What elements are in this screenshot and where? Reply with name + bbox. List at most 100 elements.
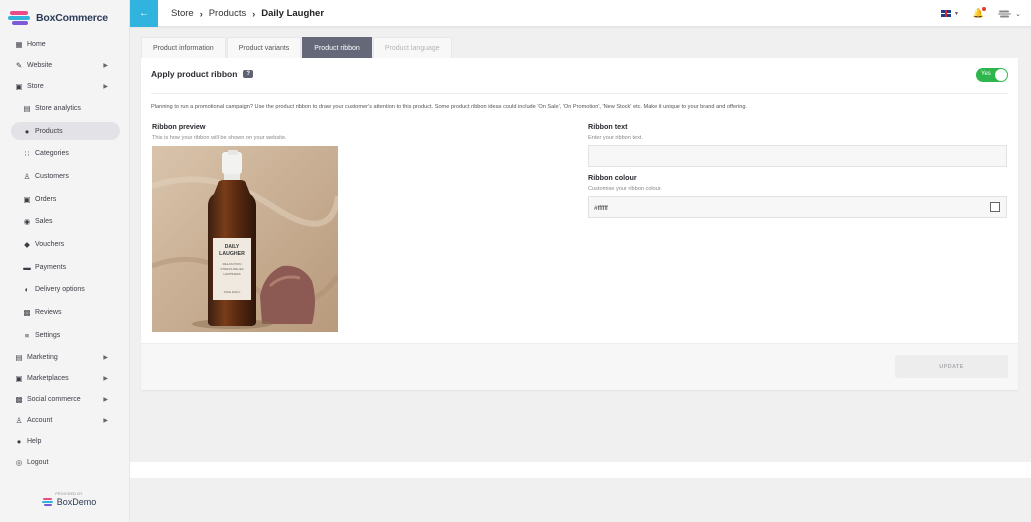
sidebar-item-label: Delivery options xyxy=(35,286,85,294)
sidebar-item-label: Help xyxy=(27,437,42,445)
toggle-knob xyxy=(995,69,1007,81)
ribbon-colour-input[interactable] xyxy=(589,198,1006,219)
sidebar-item-label: Categories xyxy=(35,150,69,158)
sliders-icon: ≡ xyxy=(24,330,30,340)
sidebar-item-store[interactable]: ▣ Store ▶ xyxy=(0,76,130,97)
sidebar-nav: ▦ Home ✎ Website ▶ ▣ Store ▶ ▤ Store analytics ● Pr… xyxy=(0,34,130,473)
ribbon-card-header: Apply product ribbon ? xyxy=(151,69,254,79)
sidebar-item-payments[interactable]: ▬ Payments xyxy=(0,256,130,279)
ribbon-text-input[interactable] xyxy=(589,147,1006,168)
sidebar-item-categories[interactable]: ∷ Categories xyxy=(0,142,130,165)
sidebar-item-label: Products xyxy=(35,127,63,135)
chevron-right-icon: ▶ xyxy=(103,396,108,403)
sidebar-item-store-analytics[interactable]: ▤ Store analytics xyxy=(0,97,130,120)
ribbon-card: Apply product ribbon ? Yes Planning to r… xyxy=(141,58,1018,390)
provided-by-label: PROVIDED BY xyxy=(55,492,83,496)
people-icon: ♙ xyxy=(23,171,31,181)
card-icon: ▬ xyxy=(23,262,31,272)
sidebar-item-logout[interactable]: ◎ Logout xyxy=(0,452,130,473)
ribbon-colour-field[interactable] xyxy=(588,196,1007,219)
sidebar-item-label: Orders xyxy=(35,195,57,203)
reviews-icon: ▩ xyxy=(23,308,31,318)
breadcrumb-products[interactable]: Products xyxy=(209,8,247,19)
chevron-right-icon: › xyxy=(252,8,256,19)
sidebar-item-label: Sales xyxy=(35,218,53,226)
profile-menu[interactable]: ⌄ xyxy=(998,10,1021,18)
chevron-right-icon: ▶ xyxy=(103,354,108,361)
tab-product-variants[interactable]: Product variants xyxy=(226,37,302,58)
notification-dot xyxy=(982,7,987,11)
chevron-right-icon: ▶ xyxy=(103,84,108,90)
footer-band xyxy=(130,462,1031,478)
sidebar-item-marketplaces[interactable]: ▣ Marketplaces ▶ xyxy=(0,368,130,389)
sidebar-item-settings[interactable]: ≡ Settings xyxy=(0,324,130,347)
sidebar-item-account[interactable]: ♙ Account ▶ xyxy=(0,410,130,431)
card-footer: UPDATE xyxy=(141,343,1018,390)
sidebar-item-social-commerce[interactable]: ▩ Social commerce ▶ xyxy=(0,389,130,410)
sidebar-item-help[interactable]: ● Help xyxy=(0,431,130,452)
label-line-3: RELAXATION xyxy=(223,262,242,266)
chevron-right-icon: ▶ xyxy=(103,375,108,382)
chevron-down-icon: ⌄ xyxy=(1015,10,1021,18)
breadcrumb-current: Daily Laugher xyxy=(261,8,325,19)
sidebar-item-website[interactable]: ✎ Website ▶ xyxy=(0,55,130,76)
ribbon-card-title: Apply product ribbon xyxy=(151,69,238,79)
label-line-5: HAPPINESS xyxy=(223,272,240,276)
back-button[interactable]: ← xyxy=(130,0,158,27)
ribbon-text-field[interactable] xyxy=(588,145,1007,168)
grid-icon: ▦ xyxy=(15,40,23,49)
social-icon: ▩ xyxy=(15,394,23,404)
ribbon-preview-image: DAILY LAUGHER RELAXATION STRESS RELIEF H… xyxy=(152,146,338,332)
chart-icon: ▤ xyxy=(23,103,31,113)
language-selector[interactable]: ▼ xyxy=(940,10,959,17)
sidebar-item-marketing[interactable]: ▤ Marketing ▶ xyxy=(0,347,130,368)
sales-icon: ◉ xyxy=(23,217,31,227)
help-badge[interactable]: ? xyxy=(243,70,254,78)
chevron-right-icon: › xyxy=(199,8,203,19)
ribbon-text-subtitle: Enter your ribbon text. xyxy=(588,135,644,141)
chevron-down-icon: ▼ xyxy=(953,10,959,17)
sidebar-item-label: Social commerce xyxy=(27,395,81,403)
brand-logo[interactable]: BoxCommerce xyxy=(8,9,108,27)
label-line-2: LAUGHER xyxy=(219,251,245,257)
label-line-4: STRESS RELIEF xyxy=(220,267,244,271)
bag-icon: ▣ xyxy=(15,82,23,91)
tab-product-ribbon[interactable]: Product ribbon xyxy=(302,37,372,58)
chevron-right-icon: ▶ xyxy=(103,63,108,69)
sidebar-item-label: Account xyxy=(27,416,53,424)
sidebar-item-label: Website xyxy=(27,62,53,69)
marketing-icon: ▤ xyxy=(15,352,23,362)
chevron-right-icon: ▶ xyxy=(103,417,108,424)
sidebar-item-delivery-options[interactable]: ◐ Delivery options xyxy=(0,279,130,302)
update-button[interactable]: UPDATE xyxy=(895,355,1008,378)
sidebar-item-label: Reviews xyxy=(35,309,62,317)
notifications-button[interactable]: 🔔 xyxy=(973,7,987,19)
bag-icon: ▣ xyxy=(23,194,31,204)
top-bar-actions: ▼ 🔔 ⌄ xyxy=(940,0,1021,27)
tag-icon: ● xyxy=(24,126,30,136)
sidebar: BoxCommerce ▦ Home ✎ Website ▶ ▣ Store ▶ ▤ Store … xyxy=(0,0,130,522)
categories-icon: ∷ xyxy=(24,149,30,159)
divider xyxy=(151,93,1008,94)
provided-by: PROVIDED BY BoxDemo xyxy=(34,492,104,507)
breadcrumb-store[interactable]: Store xyxy=(171,8,194,19)
sidebar-item-orders[interactable]: ▣ Orders xyxy=(0,188,130,211)
apply-ribbon-toggle[interactable]: Yes xyxy=(976,68,1008,82)
sidebar-item-sales[interactable]: ◉ Sales xyxy=(0,210,130,233)
sidebar-item-label: Marketplaces xyxy=(27,374,69,382)
ribbon-preview-subtitle: This is how your ribbon will be shown on… xyxy=(152,135,287,141)
boxcommerce-logo-icon xyxy=(8,10,32,26)
product-photo: DAILY LAUGHER RELAXATION STRESS RELIEF H… xyxy=(152,146,338,332)
sidebar-item-vouchers[interactable]: ◆ Vouchers xyxy=(0,233,130,256)
sidebar-item-label: Marketing xyxy=(27,353,58,361)
sidebar-item-reviews[interactable]: ▩ Reviews xyxy=(0,301,130,324)
sidebar-item-customers[interactable]: ♙ Customers xyxy=(0,165,130,188)
colour-swatch[interactable] xyxy=(990,202,1000,212)
tab-product-information[interactable]: Product information xyxy=(141,37,226,58)
top-bar: ← Store › Products › Daily Laugher ▼ 🔔 ⌄ xyxy=(130,0,1031,27)
provider-name: BoxDemo xyxy=(56,497,97,507)
sidebar-item-products[interactable]: ● Products xyxy=(0,120,130,143)
ribbon-colour-subtitle: Customise your ribbon colour. xyxy=(588,186,662,192)
uk-flag-icon xyxy=(940,10,951,17)
sidebar-item-home[interactable]: ▦ Home xyxy=(0,34,130,55)
